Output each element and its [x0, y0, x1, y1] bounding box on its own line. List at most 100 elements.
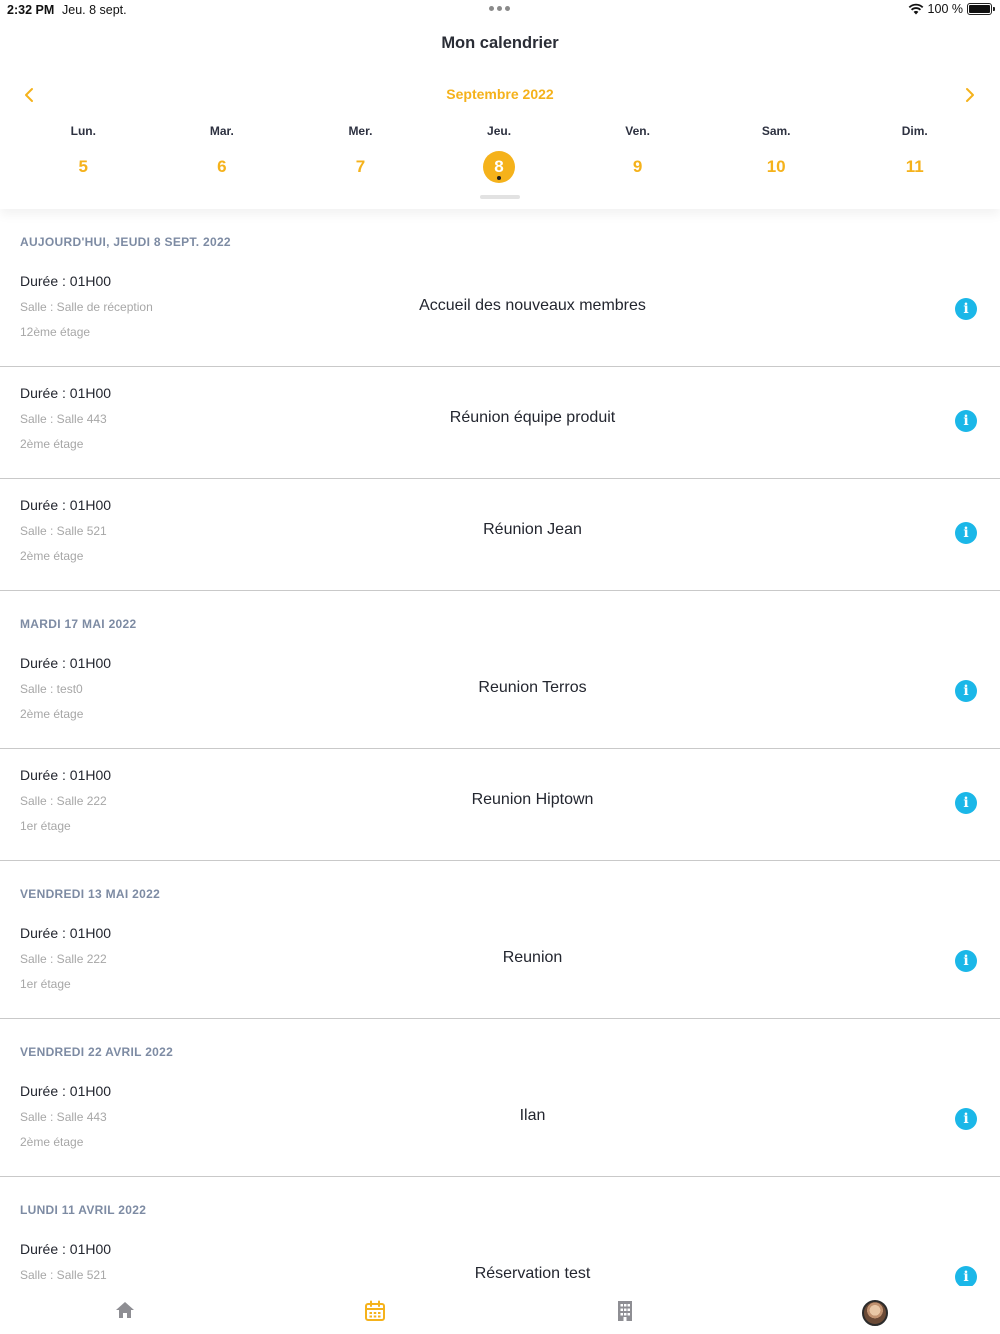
event-row[interactable]: Durée : 01H00 Salle : test0 2ème étage R…	[0, 646, 1000, 749]
multitasking-dots-icon[interactable]	[489, 6, 510, 11]
month-label: Septembre 2022	[446, 86, 554, 102]
drag-handle[interactable]	[480, 195, 520, 199]
event-title: Reunion Hiptown	[471, 791, 594, 808]
event-room: Salle : Salle de réception	[20, 300, 153, 314]
event-title: Réunion Jean	[483, 521, 582, 538]
event-title: Ilan	[519, 1107, 546, 1124]
section-header: LUNDI 11 AVRIL 2022	[20, 1203, 147, 1217]
section-header: MARDI 17 MAI 2022	[20, 617, 137, 631]
info-icon[interactable]: i	[955, 1266, 977, 1286]
event-row[interactable]: Durée : 01H00 Salle : Salle 521 Réservat…	[0, 1232, 1000, 1286]
calendar-icon	[365, 1300, 385, 1321]
page-title: Mon calendrier	[441, 34, 559, 52]
info-icon[interactable]: i	[955, 680, 977, 702]
event-row[interactable]: Durée : 01H00 Salle : Salle 222 1er étag…	[0, 916, 1000, 1019]
event-indicator-dot	[497, 176, 502, 180]
week-strip: Lun. 5 Mar. 6 Mer. 7 Jeu. 8 Ven. 9 Sam. …	[14, 123, 984, 183]
event-duration: Durée : 01H00	[20, 767, 112, 783]
day-wednesday[interactable]: Mer. 7	[291, 123, 430, 183]
event-title: Accueil des nouveaux membres	[419, 297, 646, 314]
section-header: VENDREDI 13 MAI 2022	[20, 887, 161, 901]
day-number: 11	[905, 157, 924, 176]
status-time: 2:32 PM	[7, 3, 55, 17]
day-name: Ven.	[625, 124, 650, 138]
battery-percent: 100 %	[927, 2, 963, 16]
tab-calendar[interactable]	[250, 1286, 500, 1334]
event-title: Reunion	[502, 949, 563, 966]
day-thursday[interactable]: Jeu. 8	[430, 123, 569, 183]
section-header: VENDREDI 22 AVRIL 2022	[20, 1045, 174, 1059]
day-name: Mer.	[348, 124, 373, 138]
event-row[interactable]: Durée : 01H00 Salle : Salle 222 1er étag…	[0, 749, 1000, 861]
event-floor: 2ème étage	[20, 549, 84, 563]
event-title: Réunion équipe produit	[449, 409, 616, 426]
event-room: Salle : Salle 443	[20, 1110, 107, 1124]
info-icon[interactable]: i	[955, 410, 977, 432]
tab-home[interactable]	[0, 1286, 250, 1334]
day-sunday[interactable]: Dim. 11	[845, 123, 984, 183]
event-duration: Durée : 01H00	[20, 925, 112, 941]
battery-icon	[967, 3, 995, 15]
event-duration: Durée : 01H00	[20, 497, 112, 513]
day-number: 9	[632, 157, 643, 176]
building-icon	[618, 1301, 632, 1321]
info-icon[interactable]: i	[955, 950, 977, 972]
day-name: Mar.	[209, 124, 234, 138]
chevron-right-icon[interactable]	[959, 84, 981, 106]
status-bar: 2:32 PM Jeu. 8 sept. 100 %	[0, 0, 1000, 22]
calendar-header: Mon calendrier Septembre 2022 Lun. 5 Mar…	[0, 0, 1000, 209]
event-list[interactable]: AUJOURD'HUI, JEUDI 8 SEPT. 2022 Durée : …	[0, 209, 1000, 1286]
event-floor: 12ème étage	[20, 325, 91, 339]
event-duration: Durée : 01H00	[20, 1241, 112, 1257]
status-date: Jeu. 8 sept.	[62, 3, 127, 17]
event-room: Salle : test0	[20, 682, 83, 696]
event-duration: Durée : 01H00	[20, 385, 112, 401]
info-icon[interactable]: i	[955, 1108, 977, 1130]
event-row[interactable]: Durée : 01H00 Salle : Salle 443 2ème éta…	[0, 1074, 1000, 1177]
event-duration: Durée : 01H00	[20, 273, 112, 289]
event-room: Salle : Salle 222	[20, 794, 107, 808]
event-duration: Durée : 01H00	[20, 655, 112, 671]
info-icon[interactable]: i	[955, 298, 977, 320]
event-title: Reunion Terros	[478, 679, 587, 696]
status-right: 100 %	[908, 2, 995, 16]
day-name: Sam.	[761, 124, 791, 138]
event-room: Salle : Salle 222	[20, 952, 107, 966]
day-number-text: 8	[494, 157, 504, 176]
day-saturday[interactable]: Sam. 10	[707, 123, 846, 183]
info-icon[interactable]: i	[955, 522, 977, 544]
day-tuesday[interactable]: Mar. 6	[153, 123, 292, 183]
home-icon	[116, 1302, 134, 1318]
day-name: Jeu.	[487, 124, 512, 138]
event-floor: 2ème étage	[20, 437, 84, 451]
day-number: 5	[78, 157, 89, 176]
day-friday[interactable]: Ven. 9	[568, 123, 707, 183]
day-monday[interactable]: Lun. 5	[14, 123, 153, 183]
wifi-icon	[908, 3, 923, 15]
day-name: Dim.	[901, 124, 928, 138]
info-icon[interactable]: i	[955, 792, 977, 814]
day-number-selected: 8	[483, 151, 516, 183]
event-row[interactable]: Durée : 01H00 Salle : Salle 443 2ème éta…	[0, 367, 1000, 479]
avatar	[862, 1300, 888, 1326]
month-navigation: Septembre 2022	[0, 84, 1000, 106]
event-title: Réservation test	[474, 1265, 591, 1282]
day-number: 6	[217, 157, 227, 176]
event-floor: 2ème étage	[20, 707, 84, 721]
event-room: Salle : Salle 521	[20, 1268, 107, 1282]
tab-buildings[interactable]	[500, 1286, 750, 1334]
day-name: Lun.	[70, 124, 96, 138]
day-number: 10	[766, 157, 786, 176]
section-header: AUJOURD'HUI, JEUDI 8 SEPT. 2022	[20, 235, 231, 249]
event-row[interactable]: Durée : 01H00 Salle : Salle 521 2ème éta…	[0, 479, 1000, 591]
tab-bar	[0, 1286, 1000, 1334]
event-row[interactable]: Durée : 01H00 Salle : Salle de réception…	[0, 264, 1000, 367]
event-duration: Durée : 01H00	[20, 1083, 112, 1099]
event-room: Salle : Salle 521	[20, 524, 107, 538]
event-floor: 1er étage	[20, 977, 71, 991]
tab-profile[interactable]	[750, 1286, 1000, 1334]
day-number: 7	[355, 157, 366, 176]
event-room: Salle : Salle 443	[20, 412, 107, 426]
event-floor: 1er étage	[20, 819, 71, 833]
event-floor: 2ème étage	[20, 1135, 84, 1149]
